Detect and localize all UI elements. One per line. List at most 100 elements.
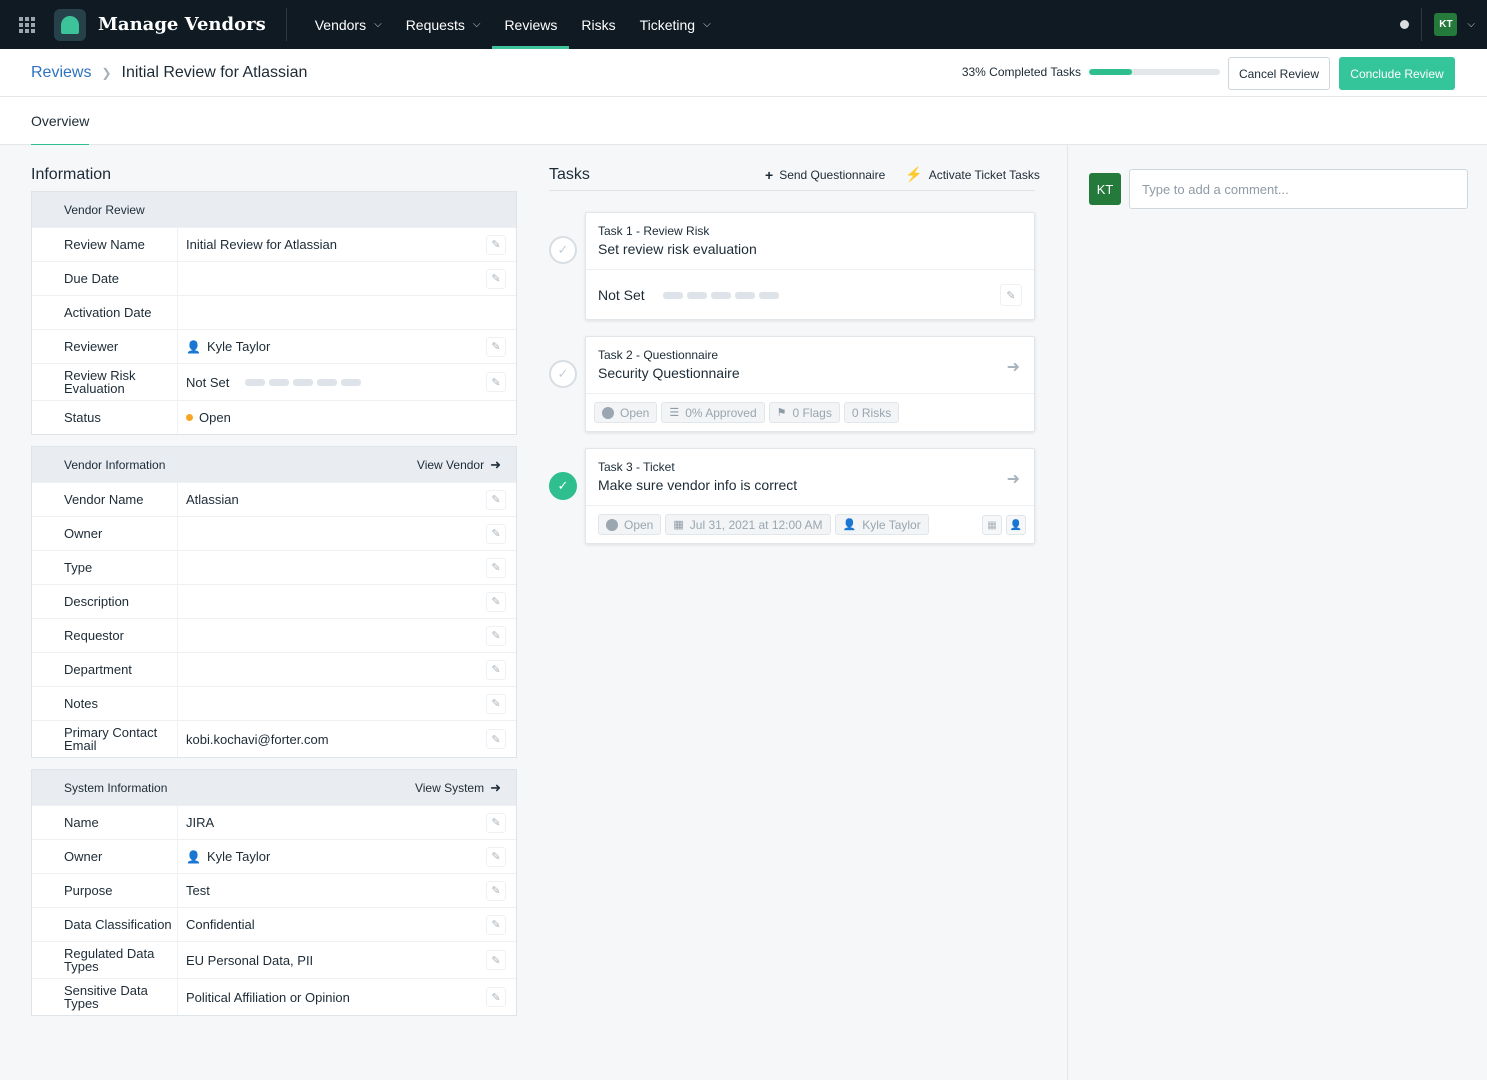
system-information-card: System Information View System ➜ Name JIRA ✎… — [31, 769, 517, 1016]
field-label: Regulated Data Types — [32, 942, 178, 978]
app-name: Manage Vendors — [98, 14, 266, 35]
task-card-3[interactable]: Task 3 - Ticket Make sure vendor info is… — [585, 448, 1035, 544]
pencil-icon[interactable]: ✎ — [486, 693, 506, 714]
pencil-icon[interactable]: ✎ — [1000, 284, 1022, 306]
field-label: Sensitive Data Types — [32, 979, 178, 1015]
risk-level-placeholder — [245, 378, 362, 386]
top-navigation-bar: Manage Vendors Vendors ⌵ Requests ⌵ Review… — [0, 0, 1487, 49]
chevron-down-icon[interactable]: ⌵ — [1467, 19, 1475, 30]
task-progress: 33% Completed Tasks — [962, 65, 1220, 79]
conclude-review-button[interactable]: Conclude Review — [1339, 57, 1455, 90]
flags-chip: ⚑ 0 Flags — [768, 402, 840, 423]
pencil-icon[interactable]: ✎ — [486, 812, 506, 833]
field-label: Department — [32, 653, 178, 686]
nav-risks[interactable]: Risks — [569, 0, 627, 49]
pencil-icon[interactable]: ✎ — [486, 625, 506, 646]
person-icon: 👤 — [186, 339, 201, 354]
tab-bar: Overview — [0, 97, 1487, 146]
field-description: Description ✎ — [32, 584, 516, 618]
cancel-review-button[interactable]: Cancel Review — [1228, 57, 1330, 90]
vendor-review-card: Vendor Review Review Name Initial Review… — [31, 191, 517, 435]
task-kind: Task 3 - Ticket — [598, 460, 675, 474]
field-value: JIRA — [186, 815, 215, 830]
nav-requests-label: Requests — [405, 16, 465, 33]
field-value: Open — [199, 410, 231, 425]
pencil-icon[interactable]: ✎ — [486, 729, 506, 749]
chevron-down-icon: ⌵ — [472, 19, 481, 30]
pencil-icon[interactable]: ✎ — [486, 489, 506, 510]
task-header: Task 3 - Ticket Make sure vendor info is… — [586, 449, 1034, 506]
nav-ticketing[interactable]: Ticketing ⌵ — [628, 0, 723, 49]
divider — [1421, 8, 1423, 41]
nav-ticketing-label: Ticketing — [639, 16, 696, 33]
risk-status-text: Not Set — [598, 287, 645, 303]
activate-ticket-tasks-button[interactable]: ⚡ Activate Ticket Tasks — [905, 166, 1040, 183]
task-name: Security Questionnaire — [598, 365, 740, 381]
pencil-icon[interactable]: ✎ — [486, 336, 506, 357]
comment-input[interactable] — [1129, 169, 1468, 209]
notification-dot-icon[interactable] — [1400, 20, 1410, 29]
pencil-icon[interactable]: ✎ — [486, 372, 506, 392]
field-label: Notes — [32, 687, 178, 720]
status-dot-icon — [186, 414, 193, 421]
pencil-icon[interactable]: ✎ — [486, 234, 506, 255]
pencil-icon[interactable]: ✎ — [486, 523, 506, 544]
link-label: View System — [414, 780, 485, 795]
task-quick-actions: ▦ 👤 — [982, 515, 1026, 535]
arrow-right-icon[interactable]: ➜ — [1007, 357, 1020, 377]
field-value: Kyle Taylor — [206, 339, 271, 354]
field-label: Activation Date — [32, 296, 178, 329]
arrow-right-icon: ➜ — [490, 779, 501, 795]
pencil-icon[interactable]: ✎ — [486, 659, 506, 680]
field-value: Not Set — [186, 374, 230, 390]
pencil-icon[interactable]: ✎ — [486, 268, 506, 289]
progress-fill — [1089, 69, 1133, 75]
nav-requests[interactable]: Requests ⌵ — [394, 0, 493, 49]
field-primary-contact-email: Primary Contact Email kobi.kochavi@forter… — [32, 720, 516, 757]
task-card-2[interactable]: Task 2 - Questionnaire Security Question… — [585, 336, 1035, 432]
pencil-icon[interactable]: ✎ — [486, 987, 506, 1007]
task-card-1[interactable]: Task 1 - Review Risk Set review risk eva… — [585, 212, 1035, 320]
approved-chip: ☰ 0% Approved — [661, 402, 765, 423]
user-avatar[interactable]: KT — [1434, 13, 1458, 36]
person-icon[interactable]: 👤 — [1006, 515, 1026, 535]
circle-icon — [602, 406, 614, 419]
arrow-right-icon[interactable]: ➜ — [1007, 469, 1020, 489]
pencil-icon[interactable]: ✎ — [486, 914, 506, 935]
nav-reviews[interactable]: Reviews — [492, 0, 570, 49]
chevron-right-icon: ❯ — [101, 65, 112, 80]
divider — [549, 190, 1035, 191]
chip-label: Open — [620, 405, 650, 420]
task-1-check-icon[interactable]: ✓ — [549, 236, 577, 264]
task-2-check-icon[interactable]: ✓ — [549, 360, 577, 388]
app-grid-icon[interactable] — [0, 0, 54, 49]
chip-label: 0 Risks — [851, 405, 892, 420]
pencil-icon[interactable]: ✎ — [486, 880, 506, 901]
send-questionnaire-button[interactable]: + Send Questionnaire — [765, 166, 885, 183]
chip-label: Open — [624, 517, 654, 532]
field-label: Review Risk Evaluation — [32, 364, 178, 400]
view-vendor-link[interactable]: View Vendor ➜ — [417, 457, 501, 473]
pencil-icon[interactable]: ✎ — [486, 591, 506, 612]
person-icon: 👤 — [842, 519, 857, 531]
field-system-name: Name JIRA ✎ — [32, 805, 516, 839]
nav-vendors[interactable]: Vendors ⌵ — [303, 0, 394, 49]
view-system-link[interactable]: View System ➜ — [415, 780, 501, 796]
pencil-icon[interactable]: ✎ — [486, 950, 506, 970]
field-label: Reviewer — [32, 330, 178, 363]
field-value: Kyle Taylor — [206, 849, 271, 864]
tab-overview[interactable]: Overview — [31, 97, 90, 146]
task-3-check-icon[interactable]: ✓ — [549, 472, 577, 500]
action-label: Activate Ticket Tasks — [928, 167, 1040, 182]
pencil-icon[interactable]: ✎ — [486, 846, 506, 867]
breadcrumb-reviews-link[interactable]: Reviews — [31, 64, 91, 82]
field-label: Owner — [32, 517, 178, 550]
tasks-actions: + Send Questionnaire ⚡ Activate Ticket Tas… — [765, 166, 1060, 183]
chip-label: Kyle Taylor — [862, 517, 921, 532]
field-regulated-data-types: Regulated Data Types EU Personal Data, PI… — [32, 941, 516, 978]
field-system-owner: Owner 👤 Kyle Taylor ✎ — [32, 839, 516, 873]
pencil-icon[interactable]: ✎ — [486, 557, 506, 578]
card-title: Vendor Information — [64, 457, 166, 472]
task-body: Open ☰ 0% Approved ⚑ 0 Flags 0 Risks — [586, 394, 1034, 431]
calendar-icon[interactable]: ▦ — [982, 515, 1002, 535]
